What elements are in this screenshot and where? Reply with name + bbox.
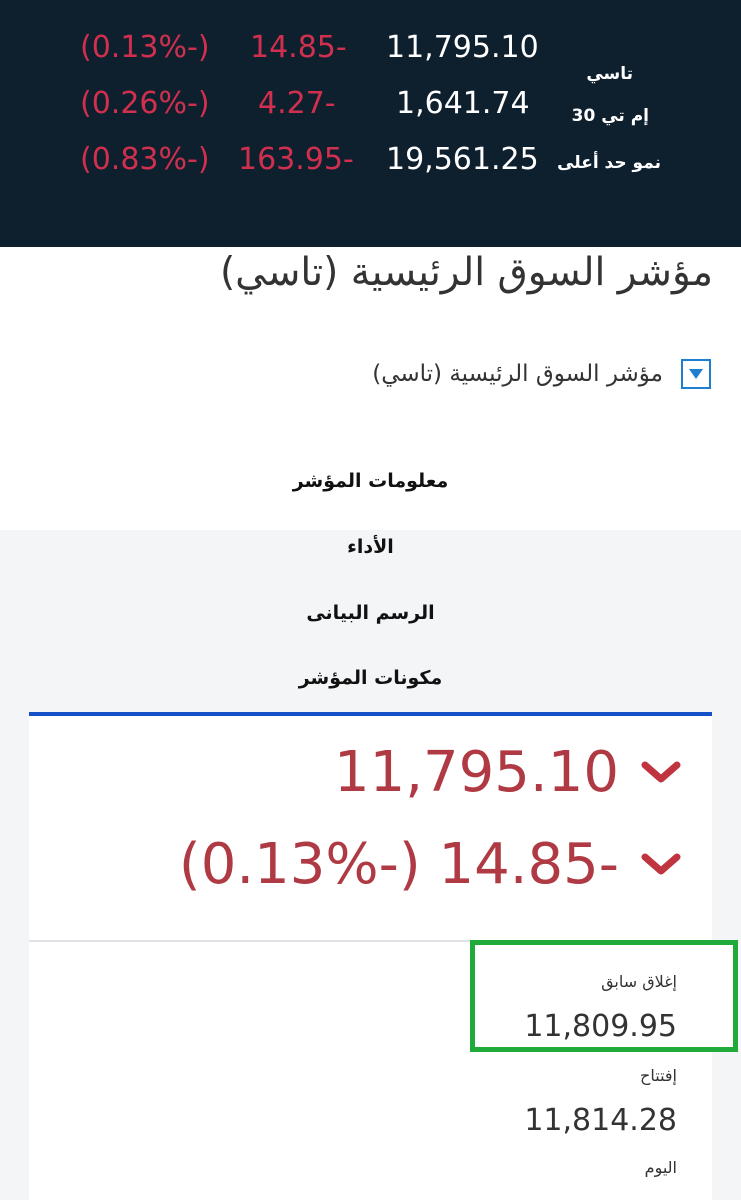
ticker-percent: (0.26%-) xyxy=(80,86,210,121)
tab-index-info[interactable]: معلومات المؤشر xyxy=(0,470,741,492)
tab-chart[interactable]: الرسم البيانى xyxy=(0,602,741,624)
previous-close-label: إغلاق سابق xyxy=(601,972,677,991)
ticker-percent: (0.83%-) xyxy=(80,142,210,177)
index-selector[interactable]: مؤشر السوق الرئيسية (تاسي) xyxy=(372,354,711,394)
change-row: (0.13%-) 14.85- xyxy=(179,832,681,897)
ticker-value: 19,561.25 xyxy=(386,142,539,177)
ticker-change: 14.85- xyxy=(250,30,347,65)
triangle-down-icon[interactable] xyxy=(681,359,711,389)
open-label: إفتتاح xyxy=(640,1066,677,1085)
ticker-percent: (0.13%-) xyxy=(80,30,210,65)
ticker-change: 163.95- xyxy=(238,142,354,177)
chevron-down-icon xyxy=(641,761,681,782)
previous-close-value: 11,809.95 xyxy=(524,1009,677,1044)
page-title: مؤشر السوق الرئيسية (تاسي) xyxy=(219,250,713,295)
current-value: 11,795.10 xyxy=(333,740,619,805)
change-value: (0.13%-) 14.85- xyxy=(178,832,619,897)
ticker-name[interactable]: إم تي 30 xyxy=(572,106,649,126)
day-range-label: اليوم xyxy=(644,1158,677,1177)
tab-constituents[interactable]: مكونات المؤشر xyxy=(0,667,741,689)
ticker-name[interactable]: نمو حد أعلى xyxy=(557,153,661,173)
market-ticker: (0.13%-) 14.85- 11,795.10 تاسي (0.26%-) … xyxy=(0,0,741,247)
ticker-change: 4.27- xyxy=(258,86,336,121)
open-value: 11,814.28 xyxy=(524,1103,677,1138)
triangle-down-icon-glyph xyxy=(689,369,703,379)
ticker-name[interactable]: تاسي xyxy=(586,64,633,84)
ticker-value: 1,641.74 xyxy=(396,86,530,121)
tab-performance[interactable]: الأداء xyxy=(0,536,741,558)
ticker-value: 11,795.10 xyxy=(386,30,539,65)
current-value-row: 11,795.10 xyxy=(334,740,681,805)
index-selector-label[interactable]: مؤشر السوق الرئيسية (تاسي) xyxy=(372,361,663,387)
chevron-down-icon xyxy=(641,853,681,874)
